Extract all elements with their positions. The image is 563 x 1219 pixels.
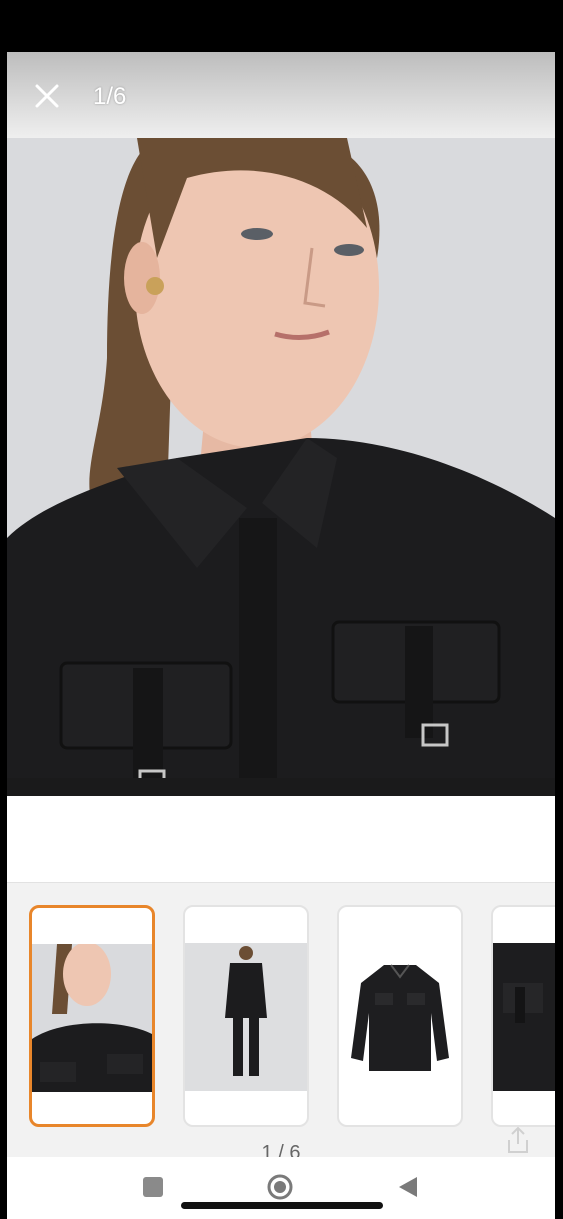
- back-button[interactable]: [397, 1175, 419, 1204]
- recents-button[interactable]: [143, 1177, 163, 1202]
- main-product-image[interactable]: [7, 138, 555, 796]
- image-counter: 1/6: [93, 83, 127, 110]
- model-photo: [7, 138, 555, 796]
- share-icon[interactable]: [501, 1124, 535, 1158]
- close-button[interactable]: [29, 78, 65, 114]
- thumbnail-4[interactable]: [491, 905, 555, 1127]
- thumbnail-strip: [7, 882, 555, 1158]
- triangle-back-icon: [399, 1177, 417, 1197]
- system-navigation-bar: [7, 1157, 555, 1219]
- thumbnail-image: [493, 943, 555, 1091]
- image-viewer-screen: 1/6 1 / 6: [7, 52, 555, 1219]
- thumbnail-2[interactable]: [183, 905, 309, 1127]
- close-icon: [35, 84, 59, 108]
- circle-icon: [267, 1174, 293, 1200]
- thumbnail-image: [32, 944, 152, 1092]
- thumbnail-image: [339, 943, 461, 1091]
- home-indicator[interactable]: [181, 1202, 383, 1209]
- thumbnail-image: [185, 943, 307, 1091]
- thumbnail-1[interactable]: [29, 905, 155, 1127]
- thumbnail-3[interactable]: [337, 905, 463, 1127]
- square-icon: [143, 1177, 163, 1197]
- top-bar: 1/6: [7, 52, 555, 138]
